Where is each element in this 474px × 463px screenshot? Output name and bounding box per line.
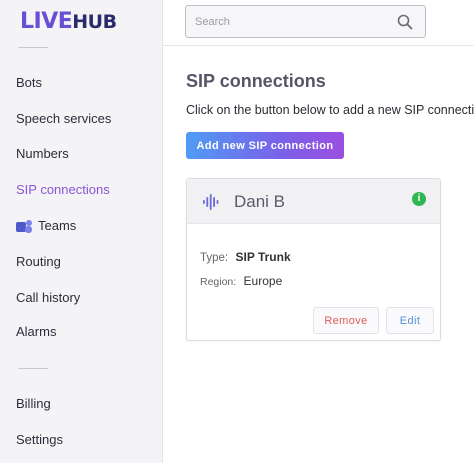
sidebar-item-teams[interactable]: Teams (16, 217, 76, 235)
card-header: Dani B i (187, 179, 440, 224)
sidebar-item-label: Routing (16, 254, 61, 269)
type-value: SIP Trunk (235, 250, 291, 264)
connection-name: Dani B (234, 192, 286, 211)
sound-wave-icon (203, 194, 219, 210)
sidebar-item-label: Speech services (16, 111, 112, 126)
sidebar-item-label: SIP connections (16, 182, 110, 197)
sidebar-item-call-history[interactable]: Call history (16, 289, 80, 307)
top-bar (163, 0, 474, 46)
sidebar-item-settings[interactable]: Settings (16, 431, 63, 449)
page-description: Click on the button below to add a new S… (186, 103, 474, 117)
remove-button[interactable]: Remove (313, 307, 379, 334)
sidebar-item-label: Numbers (16, 146, 69, 161)
page-title: SIP connections (186, 71, 326, 91)
add-sip-connection-button[interactable]: Add new SIP connection (186, 132, 344, 159)
sidebar: LIVEHUB Bots Speech services Numbers SIP… (0, 0, 163, 463)
sidebar-divider-top (18, 47, 48, 48)
sidebar-item-routing[interactable]: Routing (16, 253, 61, 271)
microsoft-teams-icon (16, 219, 32, 233)
livehub-logo[interactable]: LIVEHUB (20, 9, 117, 34)
sip-connection-card: Dani B i Type: SIP Trunk Region: Europe … (186, 178, 441, 341)
sidebar-item-speech-services[interactable]: Speech services (16, 110, 111, 128)
type-label: Type: (200, 252, 229, 264)
edit-button[interactable]: Edit (386, 307, 434, 334)
region-label: Region: (200, 276, 237, 288)
sidebar-item-alarms[interactable]: Alarms (16, 323, 56, 341)
info-icon[interactable]: i (412, 192, 426, 206)
logo-suffix: HUB (72, 11, 117, 33)
sidebar-item-sip-connections[interactable]: SIP connections (16, 181, 110, 199)
sidebar-item-numbers[interactable]: Numbers (16, 145, 69, 163)
search-icon[interactable] (397, 14, 413, 30)
logo-prefix: LIVE (20, 9, 73, 34)
sidebar-item-billing[interactable]: Billing (16, 395, 51, 413)
region-value: Europe (243, 274, 283, 288)
sidebar-item-label: Bots (16, 75, 43, 90)
connection-region-row: Region: Europe (200, 274, 282, 288)
sidebar-item-label: Call history (16, 290, 81, 305)
sidebar-item-label: Settings (16, 432, 63, 447)
search-input[interactable] (195, 14, 385, 30)
search-box[interactable] (185, 5, 426, 38)
sidebar-item-label: Billing (16, 396, 51, 411)
sidebar-item-label: Alarms (16, 324, 57, 339)
connection-type-row: Type: SIP Trunk (200, 250, 291, 264)
sidebar-item-label: Teams (38, 218, 77, 233)
sidebar-divider-bottom (18, 368, 48, 369)
sidebar-item-bots[interactable]: Bots (16, 74, 42, 92)
